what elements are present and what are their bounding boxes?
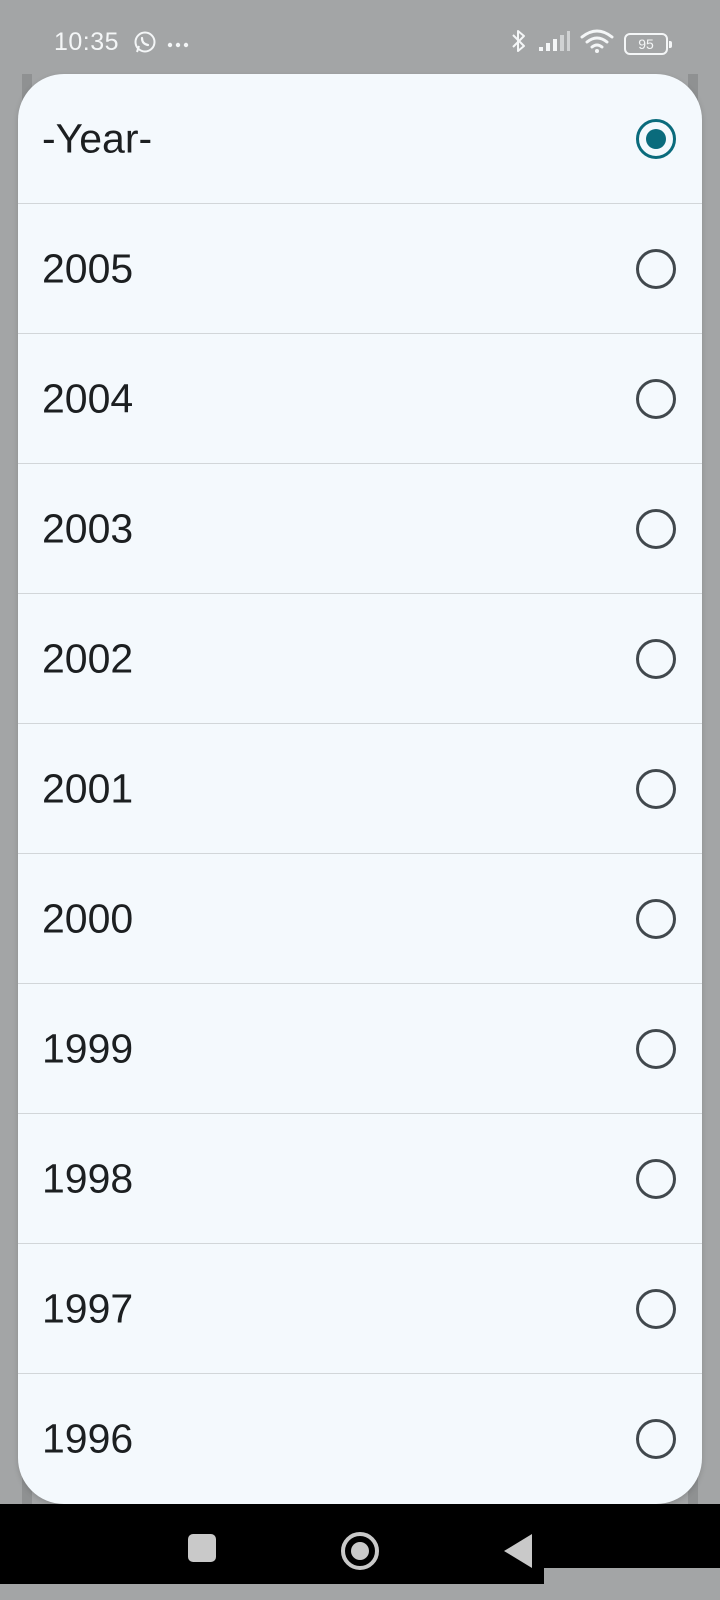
year-option[interactable]: 2005	[18, 204, 702, 334]
year-option[interactable]: 2002	[18, 594, 702, 724]
radio-selected-icon[interactable]	[636, 118, 676, 159]
home-icon[interactable]	[341, 1532, 379, 1570]
year-option[interactable]: 1996	[18, 1374, 702, 1504]
battery-indicator: 95	[624, 32, 672, 55]
back-icon[interactable]	[504, 1534, 532, 1568]
radio-unselected-icon[interactable]	[636, 248, 676, 289]
radio-unselected-icon[interactable]	[636, 1158, 676, 1199]
status-bar: 10:35 95	[0, 0, 720, 74]
year-option-label: 2000	[42, 895, 134, 941]
recents-icon[interactable]	[188, 1534, 216, 1562]
year-option[interactable]: 1999	[18, 984, 702, 1114]
year-option-label: 1997	[42, 1285, 134, 1331]
radio-unselected-icon[interactable]	[636, 1288, 676, 1329]
year-option-label: 2002	[42, 635, 134, 681]
radio-unselected-icon[interactable]	[636, 768, 676, 809]
year-option-label: 1996	[42, 1415, 134, 1462]
year-option-label: 2003	[42, 505, 134, 551]
year-option[interactable]: 2000	[18, 854, 702, 984]
wifi-icon	[580, 29, 614, 58]
status-left-icons	[133, 30, 189, 59]
bluetooth-icon	[510, 28, 528, 59]
year-option-label: 2001	[42, 765, 134, 811]
year-option[interactable]: 2004	[18, 334, 702, 464]
status-time: 10:35	[54, 28, 120, 56]
year-option[interactable]: 1998	[18, 1114, 702, 1244]
radio-unselected-icon[interactable]	[636, 1028, 676, 1069]
radio-unselected-icon[interactable]	[636, 898, 676, 939]
radio-unselected-icon[interactable]	[636, 1419, 676, 1459]
more-dots-icon	[167, 36, 189, 54]
year-picker-dialog: -Year- 2005 2004 2003 2002 2001 2000 199…	[18, 74, 702, 1504]
year-option-label: 2004	[42, 375, 134, 421]
signal-icon	[538, 30, 570, 57]
radio-unselected-icon[interactable]	[636, 638, 676, 679]
year-option[interactable]: 1997	[18, 1244, 702, 1374]
year-option[interactable]: -Year-	[18, 74, 702, 204]
status-right-icons: 95	[510, 28, 672, 59]
year-option-label: 1999	[42, 1025, 134, 1071]
navigation-bar-notch	[544, 1568, 720, 1584]
radio-unselected-icon[interactable]	[636, 378, 676, 419]
year-option-label: 2005	[42, 245, 134, 291]
year-option[interactable]: 2003	[18, 464, 702, 594]
year-option[interactable]: 2001	[18, 724, 702, 854]
radio-unselected-icon[interactable]	[636, 508, 676, 549]
whatsapp-icon	[133, 30, 157, 59]
year-option-label: -Year-	[42, 115, 153, 161]
year-option-label: 1998	[42, 1155, 134, 1201]
navigation-bar-bottom-strip	[0, 1584, 720, 1600]
